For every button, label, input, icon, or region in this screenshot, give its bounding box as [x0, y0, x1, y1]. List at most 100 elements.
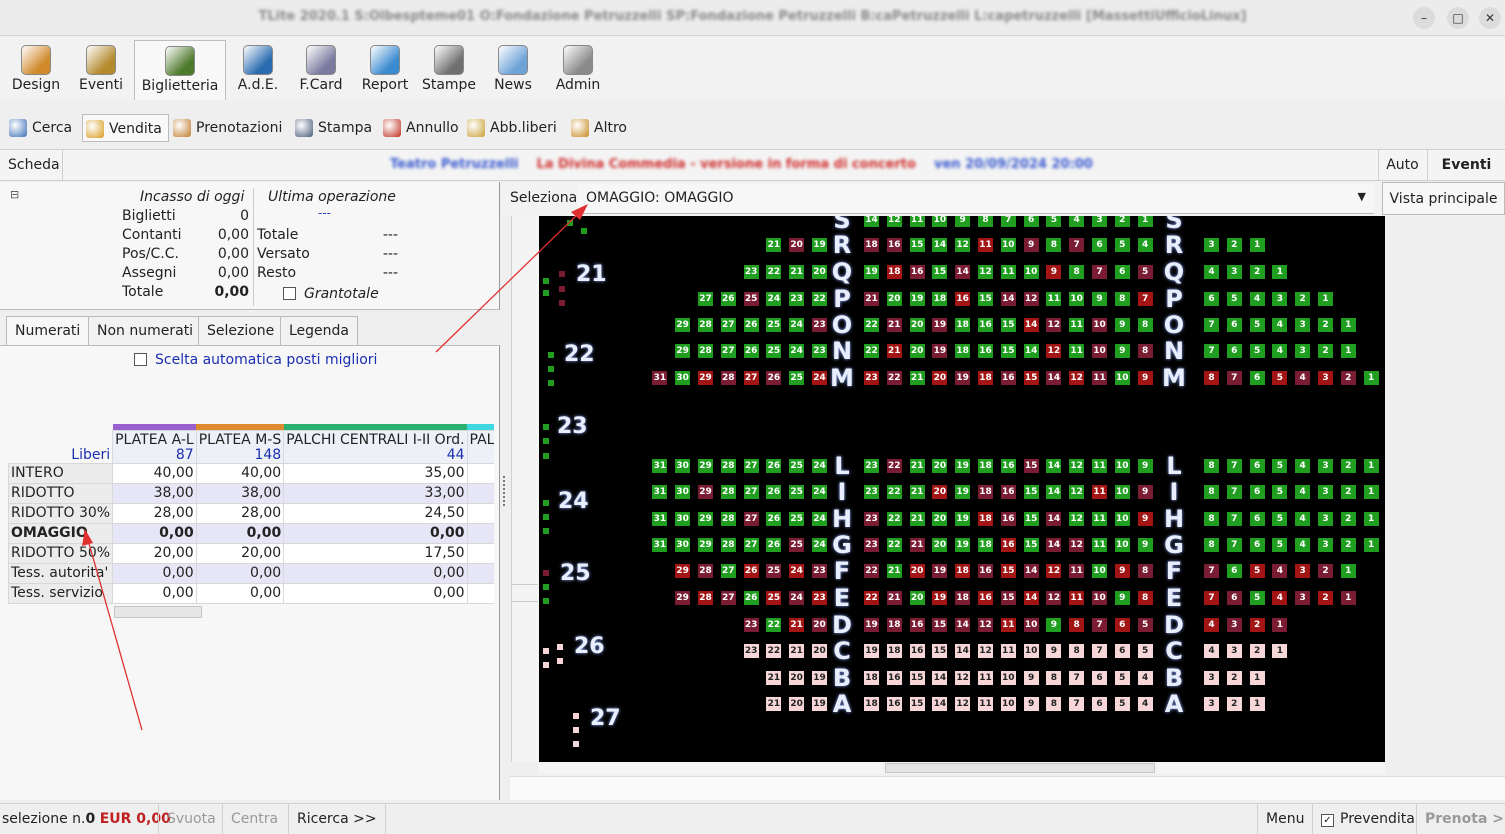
seat[interactable]: 20 — [932, 485, 948, 499]
box-seat-dot[interactable] — [557, 644, 563, 650]
seat[interactable]: 31 — [652, 538, 668, 552]
seat[interactable]: 22 — [886, 538, 902, 552]
seat[interactable]: 3 — [1226, 618, 1242, 632]
seat[interactable]: 14 — [1046, 371, 1062, 385]
seat[interactable]: 4 — [1295, 538, 1311, 552]
seat[interactable]: 28 — [698, 344, 713, 358]
seat[interactable]: 4 — [1069, 216, 1085, 227]
seat[interactable]: 8 — [1046, 238, 1062, 252]
seat[interactable]: 2 — [1340, 459, 1356, 473]
seat[interactable]: 15 — [932, 618, 948, 632]
seat[interactable]: 29 — [698, 538, 713, 552]
centra-button[interactable]: Centra — [222, 804, 286, 834]
seat[interactable]: 1 — [1340, 318, 1356, 332]
seat[interactable]: 4 — [1204, 618, 1219, 632]
toolbar-eventi-button[interactable]: Eventi — [71, 40, 131, 100]
seat[interactable]: 23 — [864, 485, 879, 499]
seat[interactable]: 20 — [909, 344, 925, 358]
seat[interactable]: 30 — [675, 485, 691, 499]
seat[interactable]: 9 — [1114, 591, 1130, 605]
seat[interactable]: 19 — [955, 459, 971, 473]
seat[interactable]: 3 — [1295, 318, 1311, 332]
subtool-cerca-button[interactable]: Cerca — [6, 114, 78, 142]
seat[interactable]: 26 — [743, 564, 759, 578]
seat[interactable]: 22 — [864, 564, 879, 578]
seat[interactable]: 11 — [978, 238, 993, 252]
price-cell[interactable]: 0,00 — [112, 562, 197, 584]
seat[interactable]: 27 — [720, 318, 736, 332]
seat[interactable]: 7 — [1000, 216, 1016, 227]
prevendita-toggle[interactable]: ✓ Prevendita — [1312, 804, 1423, 834]
seat[interactable]: 3 — [1272, 292, 1288, 306]
seat[interactable]: 6 — [1249, 512, 1265, 526]
seat[interactable]: 20 — [909, 318, 925, 332]
table-scrollbar[interactable] — [114, 606, 202, 618]
box-seat-dot[interactable] — [543, 453, 549, 459]
seat[interactable]: 23 — [864, 459, 879, 473]
seat[interactable]: 23 — [812, 318, 827, 332]
seat[interactable]: 7 — [1204, 591, 1219, 605]
seat[interactable]: 12 — [1069, 459, 1085, 473]
seat[interactable]: 22 — [812, 292, 827, 306]
seat[interactable]: 3 — [1295, 564, 1311, 578]
seat[interactable]: 21 — [766, 238, 782, 252]
seat[interactable]: 15 — [978, 292, 993, 306]
seat[interactable]: 28 — [720, 538, 736, 552]
seat[interactable]: 16 — [1000, 459, 1016, 473]
seat[interactable]: 18 — [978, 538, 993, 552]
seat[interactable]: 15 — [1000, 564, 1016, 578]
seat[interactable]: 4 — [1295, 512, 1311, 526]
seat[interactable]: 16 — [1000, 538, 1016, 552]
seat[interactable]: 15 — [1023, 485, 1039, 499]
seat[interactable]: 11 — [1000, 265, 1016, 279]
seat[interactable]: 5 — [1272, 538, 1288, 552]
seat[interactable]: 24 — [766, 292, 782, 306]
seat[interactable]: 6 — [1226, 564, 1242, 578]
box-seat-dot[interactable] — [543, 598, 549, 604]
seat[interactable]: 21 — [909, 485, 925, 499]
seat[interactable]: 16 — [886, 238, 902, 252]
seat[interactable]: 11 — [1046, 292, 1062, 306]
seat[interactable]: 24 — [789, 344, 805, 358]
seat[interactable]: 25 — [789, 459, 805, 473]
seat[interactable]: 11 — [1069, 344, 1085, 358]
seat[interactable]: 2 — [1318, 318, 1333, 332]
seat[interactable]: 5 — [1249, 318, 1265, 332]
toolbar-fcard-button[interactable]: F.Card — [291, 40, 351, 100]
toolbar-design-button[interactable]: Design — [6, 40, 66, 100]
price-row[interactable]: RIDOTTO 38,00 38,00 33,00 — [8, 482, 494, 504]
seat[interactable]: 1 — [1137, 216, 1153, 227]
seat[interactable]: 27 — [743, 538, 759, 552]
price-cell[interactable]: 0,00 — [283, 522, 468, 544]
seat[interactable]: 2 — [1226, 238, 1242, 252]
seat[interactable]: 6 — [1023, 216, 1039, 227]
seat[interactable]: 26 — [743, 318, 759, 332]
seat[interactable]: 10 — [1000, 238, 1016, 252]
seat[interactable]: 2 — [1318, 591, 1333, 605]
seat[interactable]: 23 — [743, 265, 759, 279]
seat[interactable]: 4 — [1295, 459, 1311, 473]
seat[interactable]: 19 — [955, 485, 971, 499]
seat[interactable]: 2 — [1318, 564, 1333, 578]
toolbar-news-button[interactable]: News — [483, 40, 543, 100]
seat[interactable]: 4 — [1137, 238, 1153, 252]
seat[interactable]: 18 — [955, 591, 971, 605]
svuota-button[interactable]: Svuota — [158, 804, 224, 834]
toolbar-biglietteria-button[interactable]: Biglietteria — [134, 40, 226, 100]
seat[interactable]: 4 — [1272, 318, 1288, 332]
seat[interactable]: 11 — [1092, 538, 1107, 552]
seat[interactable]: 22 — [864, 591, 879, 605]
price-cell[interactable]: 17,50 — [283, 542, 468, 564]
seat[interactable]: 11 — [909, 216, 925, 227]
seat[interactable]: 29 — [698, 371, 713, 385]
seat[interactable]: 31 — [652, 459, 668, 473]
seat[interactable]: 10 — [932, 216, 948, 227]
seat[interactable]: 18 — [864, 238, 879, 252]
seat[interactable]: 15 — [1023, 512, 1039, 526]
seat[interactable]: 12 — [978, 265, 993, 279]
seat[interactable]: 2 — [1114, 216, 1130, 227]
price-cell[interactable]: 20,00 — [195, 542, 285, 564]
seat[interactable]: 11 — [1069, 318, 1085, 332]
price-row[interactable]: Tess. autorita' 0,00 0,00 0,00 — [8, 562, 494, 584]
seat[interactable]: 2 — [1249, 265, 1265, 279]
